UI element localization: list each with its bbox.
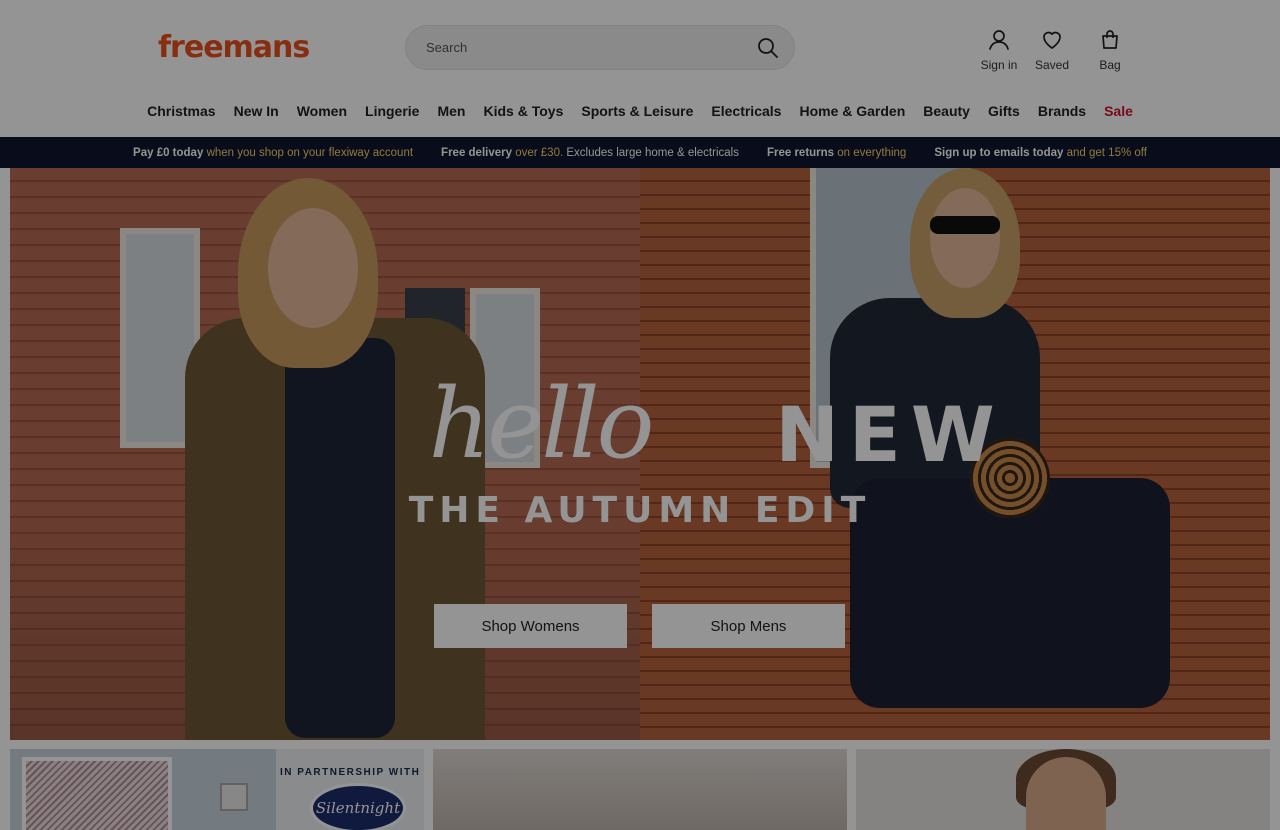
- page: freemans Sign in Saved Bag Christmas New…: [0, 0, 1280, 830]
- modal-backdrop[interactable]: [0, 0, 1280, 830]
